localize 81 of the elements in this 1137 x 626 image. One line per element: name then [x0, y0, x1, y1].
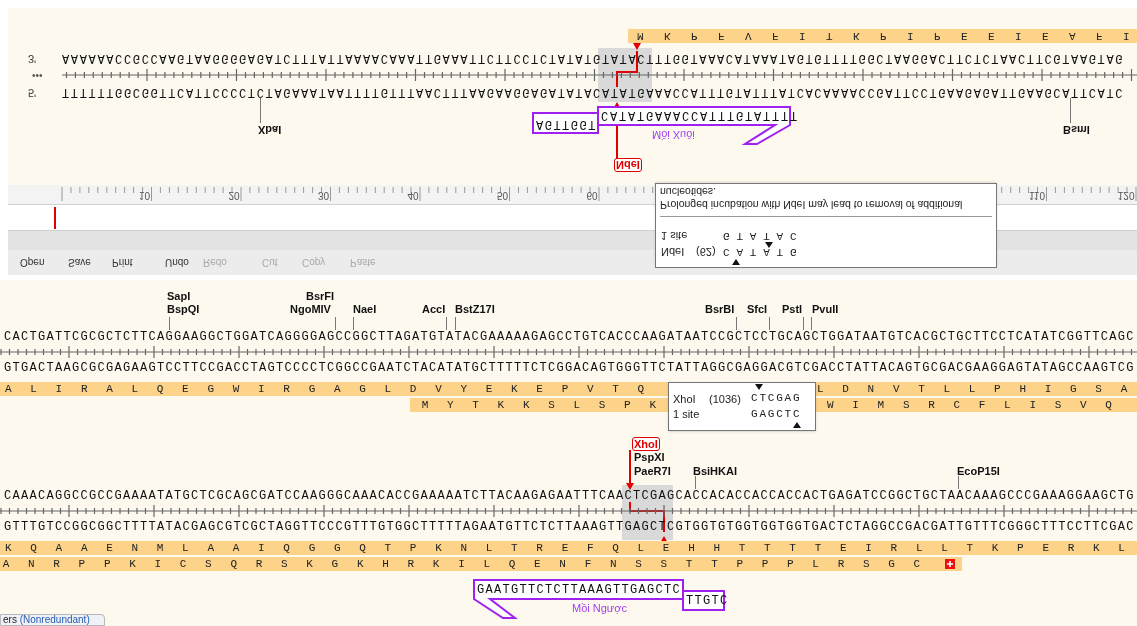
toolbar-button[interactable]: Undo — [165, 256, 203, 269]
dna-strand: TTTTTTGGCGGTTCATTCCCCTCTAGAAATAATTTTGTTTAACTTTAAGAAGGAGATATACATATGAAACCATTTGTATTTATCACAAAACCGATTCCTGAAGAGATTGAAGCATTCATC — [62, 85, 1125, 99]
leader-line — [803, 317, 804, 330]
enzyme-label[interactable]: BspQI — [167, 303, 200, 316]
ellipsis-text: ••• — [32, 69, 43, 81]
view-tab[interactable]: ers (Nonredundant) — [0, 614, 105, 626]
recognition-site: CTCGAG — [751, 392, 802, 405]
amino-acid-sequence: A N R P P K I C S Q R S K G K H R K I L Q E N F N S S T T P P P L R S G C — [2, 557, 927, 571]
tooltip-site-count: 1 site — [673, 408, 700, 421]
cut-position-icon — [793, 422, 801, 428]
toolbar-button[interactable]: Open — [20, 256, 68, 269]
ruler-label: 60 — [585, 189, 598, 201]
tooltip-enzyme: XhoI — [673, 393, 696, 406]
enzyme-label[interactable]: SapI — [167, 290, 191, 303]
strand-end-label: 5' — [28, 86, 37, 99]
amino-acid-sequence: W I M S R C F L I S V Q — [827, 398, 1118, 412]
enzyme-label[interactable]: NgoMIV — [290, 303, 331, 316]
enzyme-label[interactable]: BstZ17I — [455, 303, 495, 316]
position-marker — [54, 207, 56, 229]
tooltip-note: Prolonged incubation with NdeI may lead to removal of additional — [660, 198, 963, 211]
enzyme-label[interactable]: SfcI — [747, 303, 768, 316]
leader-line — [695, 476, 696, 489]
ruler-label: 10 — [137, 189, 150, 201]
enzyme-label[interactable]: PstI — [782, 303, 803, 316]
leader-line — [455, 317, 456, 330]
cut-position-icon — [732, 259, 740, 265]
enzyme-label[interactable]: AccI — [422, 303, 446, 316]
tooltip-site-count: 1 site — [661, 229, 688, 242]
dna-strand: CAAACAGGCCGCCGAAAATATGCTCGCAGCGATCCAAGGGCAAACACCGAAAAATCTTACAAGAGAATTTCAACTCGAGCACCACACCACCACCACTGAGATCCGGCTGCTAACAAAGCCCGAAAGGAAGCTG — [4, 489, 1135, 503]
leader-line — [958, 476, 959, 489]
dna-strand: CACTGATTCGCGCTCTTCAGGAAGGCTGGATCAGGGGAGCCGGCTTAGATGTATACGAAAAAGAGCCTGTCACCCAAGATAATCCGCTCCTGCAGCTGGATAATGTCACGCTGCTTCCTCATATCGGTTCAGC — [4, 330, 1135, 344]
recognition-site: CATATG — [723, 245, 804, 258]
amino-acid-sequence: M K P F V F I T K P I P E E I E A F I — [637, 29, 1137, 43]
tooltip-position: (62) — [696, 245, 716, 258]
tooltip-position: (1036) — [709, 393, 741, 406]
leader-line — [335, 317, 336, 330]
enzyme-label[interactable]: XhoI — [632, 437, 660, 451]
dna-strand: GTGACTAAGCGCGAGAAGTCCTTCCGACCTAGTCCCCTCGGCCGAATCTACATATGCTTTTTCTCGGACAGTGGGTTCTATTAGGCGAGGACGTCGACCTATTACAGTGCGACGAAGGAGTATAGCCAAGTCG — [4, 361, 1135, 375]
enzyme-label[interactable]: BsiHKAI — [693, 465, 737, 478]
leader-line — [1070, 98, 1071, 123]
enzyme-label[interactable]: PspXI — [634, 451, 665, 464]
ruler-label: 20 — [227, 189, 240, 201]
toolbar-button[interactable]: Save — [68, 256, 112, 269]
enzyme-label[interactable]: PvuII — [812, 303, 839, 316]
leader-line — [736, 317, 737, 330]
tooltip-enzyme: NdeI — [661, 245, 685, 258]
leader-line — [169, 317, 170, 330]
recognition-site: GTATAC — [723, 229, 804, 242]
tooltip-note: nucleotides. — [660, 185, 717, 198]
amino-acid-sequence: M Y T K K S L S P K — [421, 398, 663, 412]
primer-sequence: GAATGTTCTCTTAAAGTTGAGCTC — [477, 583, 682, 597]
amino-acid-sequence: L D N V T L L P H I G S A — [817, 382, 1134, 396]
enzyme-label[interactable]: PaeR7I — [634, 465, 671, 478]
leader-line — [811, 317, 812, 330]
ruler-label: 30 — [316, 189, 329, 201]
recognition-site: GAGCTC — [751, 408, 802, 421]
primer-label: Mồi Ngược — [572, 602, 627, 615]
cut-position-icon — [755, 384, 763, 390]
enzyme-label[interactable]: NaeI — [353, 303, 377, 316]
ruler-label: 110 — [1028, 189, 1045, 201]
ruler-label: 120 — [1116, 189, 1135, 201]
leader-line — [260, 98, 261, 123]
leader-line — [769, 317, 770, 330]
stop-codon-icon — [945, 559, 955, 569]
ruler-label: 40 — [406, 189, 419, 201]
primer-label: Mồi Xuôi — [652, 128, 695, 141]
strand-end-label: 3' — [28, 52, 37, 65]
leader-line — [353, 317, 354, 330]
enzyme-label[interactable]: XbaI — [258, 123, 282, 136]
cut-position-icon — [765, 242, 773, 248]
amino-acid-sequence: K Q A A E N M L A A I Q G G Q T P K N L T R E F Q L E H H T T T T E I R L L T K P E R K L — [5, 541, 1131, 555]
enzyme-label[interactable]: BsmI — [1063, 123, 1090, 136]
enzyme-label[interactable]: NdeI — [614, 158, 642, 172]
enzyme-label[interactable]: EcoP15I — [957, 465, 1000, 478]
enzyme-label[interactable]: BsrFI — [306, 290, 335, 303]
toolbar-button[interactable]: Print — [112, 256, 165, 269]
amino-acid-sequence: A L I R A L Q E G W I R G A G L D V Y E K E P V T Q — [5, 382, 651, 396]
ruler-label: 50 — [495, 189, 508, 201]
leader-line — [446, 317, 447, 330]
enzyme-label[interactable]: BsrBI — [705, 303, 735, 316]
primer-sequence: AGTTGGT — [536, 117, 597, 131]
